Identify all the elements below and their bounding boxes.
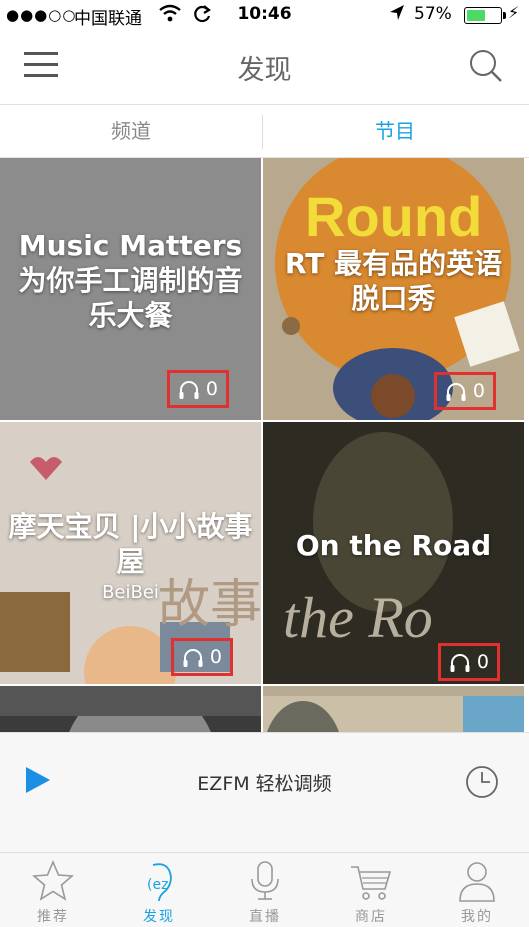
tab-label: 直播 [249, 909, 281, 925]
svg-text:the Ro: the Ro [283, 585, 433, 650]
program-title: 摩天宝贝 |小小故事屋 [8, 510, 253, 578]
now-playing-bar[interactable]: EZFM 轻松调频 [0, 732, 529, 852]
navigation-bar: 发现 [0, 30, 529, 104]
tab-me[interactable]: 我的 [424, 853, 529, 927]
tab-store[interactable]: 商店 [318, 853, 424, 927]
program-title: Music Matters 为你手工调制的音乐大餐 [18, 229, 243, 332]
program-subtitle: BeiBei [102, 582, 159, 603]
segment-tabs: 频道 节目 [0, 104, 529, 158]
tab-program[interactable]: 节目 [264, 105, 526, 158]
headphones-icon [183, 649, 203, 667]
program-card[interactable] [0, 686, 261, 732]
tab-label: 推荐 [37, 909, 69, 925]
battery-percent: 57% [414, 4, 452, 24]
charging-bolt-icon: ⚡ [508, 3, 520, 22]
person-icon [459, 862, 495, 902]
listen-count: 0 [167, 370, 229, 408]
listen-count: 0 [434, 372, 496, 410]
tab-divider [262, 115, 263, 149]
headphones-icon [450, 654, 470, 672]
listen-count-value: 0 [205, 378, 218, 400]
program-card[interactable] [263, 686, 524, 732]
search-icon[interactable] [468, 48, 504, 84]
clock-icon[interactable] [465, 765, 499, 803]
listen-count-value: 0 [476, 651, 489, 673]
tab-channel[interactable]: 频道 [0, 105, 262, 158]
tab-recommend[interactable]: 推荐 [0, 853, 106, 927]
bottom-tab-bar: 推荐 (ez 发现 直播 商店 我的 [0, 852, 529, 927]
tab-label: 商店 [355, 909, 387, 925]
portrait-artwork [0, 686, 261, 732]
status-bar: ●●●○○ 中国联通 10:46 57% ⚡ [0, 0, 529, 30]
location-arrow-icon [388, 3, 406, 28]
svg-text:(ez: (ez [147, 877, 168, 893]
page-title: 发现 [237, 55, 292, 86]
program-card[interactable]: 故事 摩天宝贝 |小小故事屋 BeiBei 0 [0, 422, 261, 684]
program-title: RT 最有品的英语脱口秀 [284, 247, 503, 315]
battery-icon [464, 7, 506, 24]
listen-count-value: 0 [209, 646, 222, 668]
cart-icon [351, 866, 392, 900]
microphone-icon [251, 861, 279, 900]
program-card[interactable]: Round RT 最有品的英语脱口秀 0 [263, 158, 524, 420]
headphones-icon [179, 381, 199, 399]
tab-discover[interactable]: (ez 发现 [106, 853, 212, 927]
poster-artwork [263, 686, 524, 732]
tab-live[interactable]: 直播 [212, 853, 318, 927]
now-playing-title: EZFM 轻松调频 [197, 773, 332, 795]
star-icon [32, 859, 74, 901]
headphones-icon [446, 383, 466, 401]
program-card[interactable]: Music Matters 为你手工调制的音乐大餐 0 [0, 158, 261, 420]
svg-text:Round: Round [305, 185, 482, 248]
ez-ear-icon: (ez [147, 863, 172, 902]
listen-count: 0 [171, 638, 233, 676]
tab-label: 我的 [461, 909, 493, 925]
program-card[interactable]: the Ro On the Road 0 [263, 422, 524, 684]
program-grid: Music Matters 为你手工调制的音乐大餐 0 Round RT 最有品… [0, 158, 529, 732]
program-title: On the Road [295, 529, 492, 562]
tab-label: 发现 [143, 909, 175, 925]
listen-count-value: 0 [472, 380, 485, 402]
listen-count: 0 [438, 643, 500, 681]
